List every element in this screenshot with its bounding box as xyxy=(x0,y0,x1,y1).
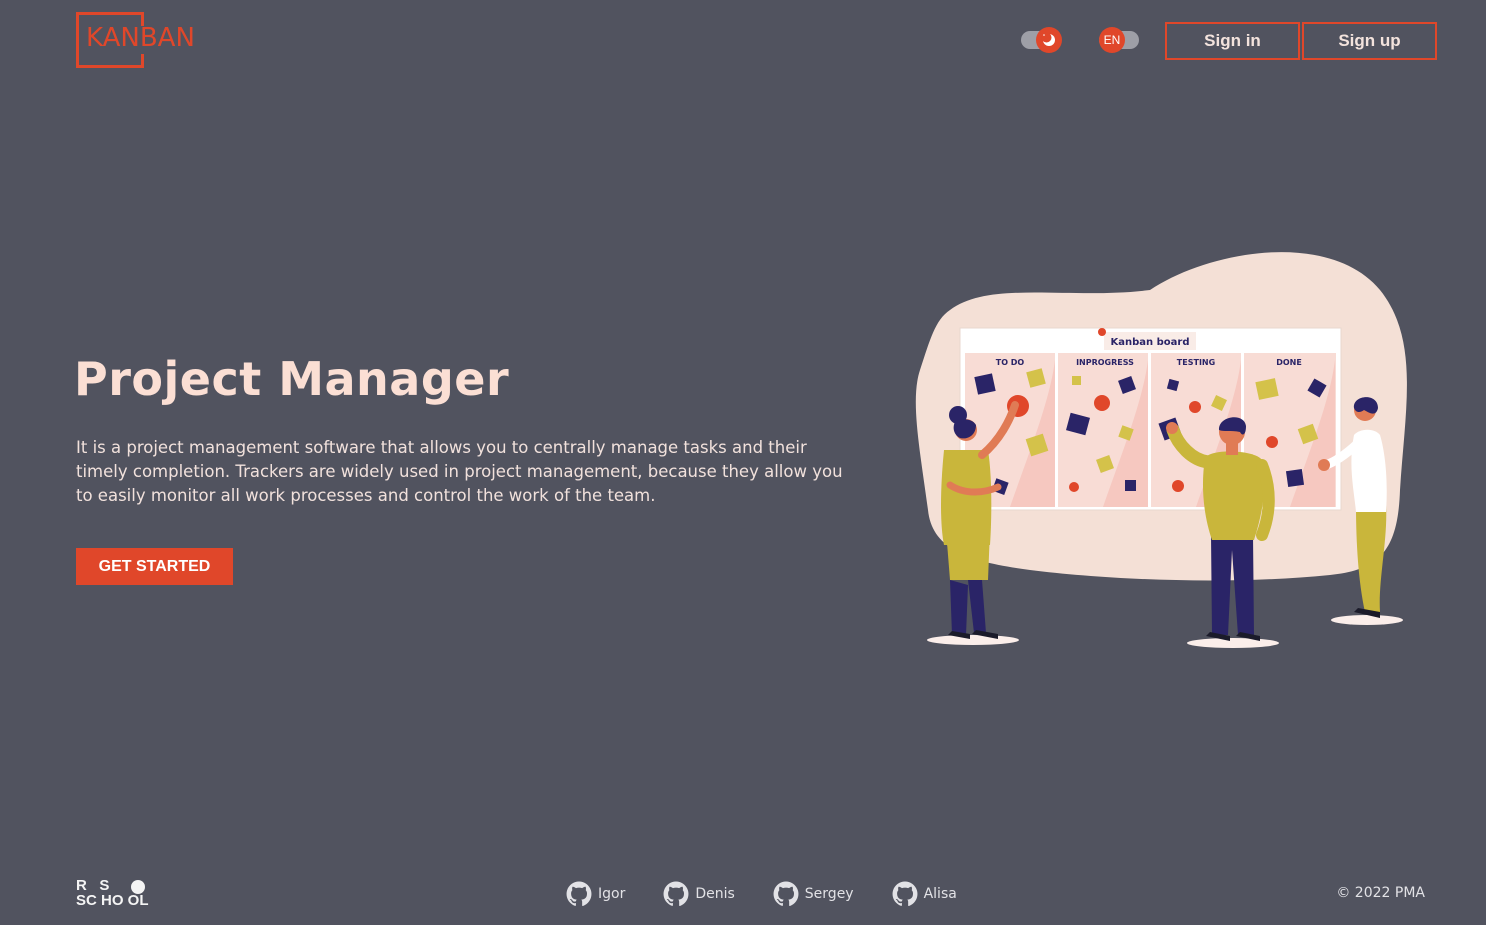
kanban-logo[interactable]: KANBAN xyxy=(76,12,200,68)
column-done-label: DONE xyxy=(1276,358,1302,367)
language-label: EN xyxy=(1099,27,1125,53)
rs-school-logo[interactable]: R S SC HO OL xyxy=(76,878,160,910)
author-link-sergey[interactable]: Sergey xyxy=(773,880,854,908)
sign-in-button[interactable]: Sign in xyxy=(1165,22,1300,60)
column-inprogress-label: INPROGRESS xyxy=(1076,358,1134,367)
author-link-igor[interactable]: Igor xyxy=(566,880,625,908)
logo-text: KANBAN xyxy=(86,23,195,53)
github-icon xyxy=(663,881,689,906)
school-logo-row1: R S xyxy=(76,877,110,894)
get-started-button[interactable]: GET STARTED xyxy=(76,548,233,585)
github-icon xyxy=(773,881,799,906)
author-link-alisa[interactable]: Alisa xyxy=(892,880,957,908)
school-logo-row2: SC HO OL xyxy=(76,892,149,909)
author-name: Sergey xyxy=(804,886,854,902)
copyright: © 2022 PMA xyxy=(1336,885,1425,901)
page: KANBAN EN Sign in Sign up Project Manage… xyxy=(0,0,1486,925)
github-icon xyxy=(892,881,918,906)
kanban-board-illustration: Kanban board TO DO INPROGRESS TESTING DO… xyxy=(915,252,1407,648)
theme-toggle[interactable] xyxy=(1021,27,1062,53)
author-name: Denis xyxy=(695,886,735,902)
hero-description: It is a project management software that… xyxy=(76,438,843,505)
column-todo-label: TO DO xyxy=(996,358,1025,367)
author-link-denis[interactable]: Denis xyxy=(663,880,735,908)
moon-icon xyxy=(1036,27,1062,53)
column-testing-label: TESTING xyxy=(1177,358,1215,367)
sign-up-button[interactable]: Sign up xyxy=(1302,22,1437,60)
school-logo-circle-icon xyxy=(131,880,145,894)
language-toggle[interactable]: EN xyxy=(1099,27,1139,53)
authors-list: Igor Denis Sergey Alisa xyxy=(566,880,995,908)
author-name: Igor xyxy=(598,886,626,902)
board-title: Kanban board xyxy=(1111,337,1190,348)
author-name: Alisa xyxy=(923,886,957,902)
github-icon xyxy=(566,881,592,906)
page-title: Project Manager xyxy=(74,352,510,406)
